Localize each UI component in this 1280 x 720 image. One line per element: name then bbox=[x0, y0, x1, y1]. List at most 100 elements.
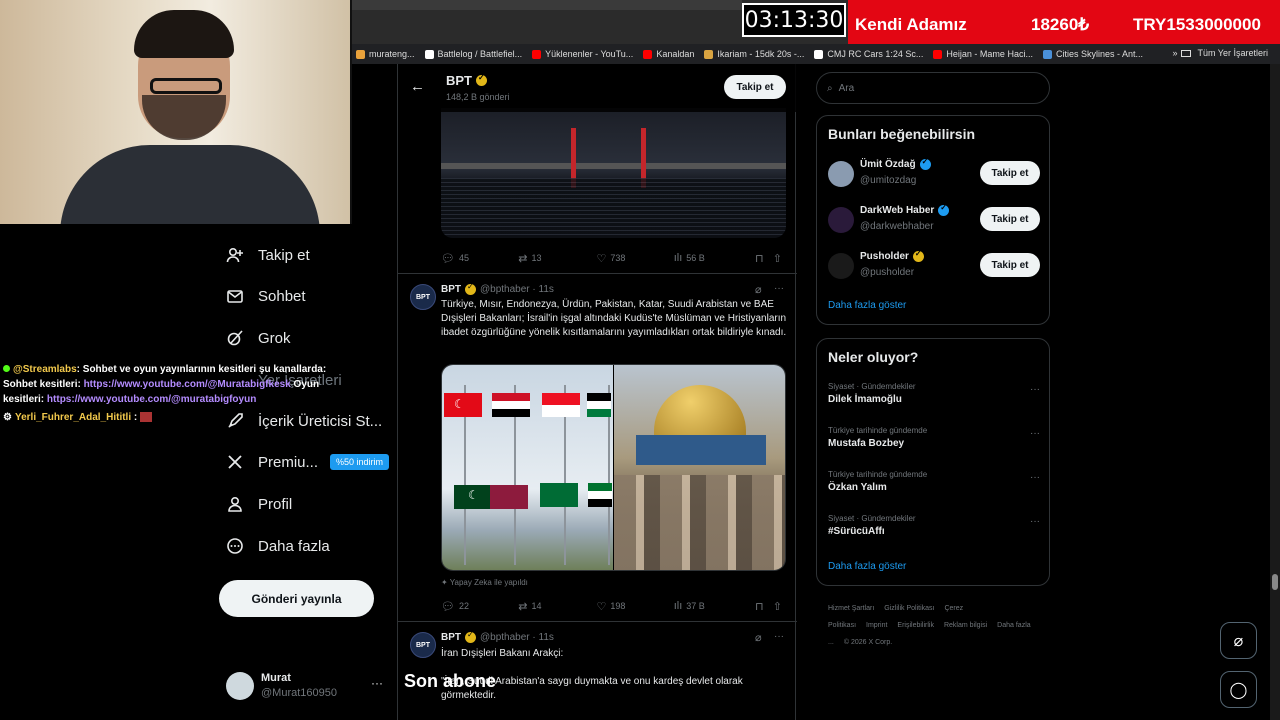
bookmark-item[interactable]: murateng... bbox=[356, 49, 415, 59]
follow-button[interactable]: Takip et bbox=[724, 75, 786, 99]
repost-button[interactable]: ⇄ 14 bbox=[518, 600, 596, 613]
bookmark-item[interactable]: Heijan - Mame Haci... bbox=[933, 49, 1033, 59]
sparkle-icon: ✦ bbox=[441, 578, 450, 587]
stream-chat-overlay: @Streamlabs: Sohbet ve oyun yayınlarının… bbox=[3, 362, 353, 425]
profile-header: ← BPT 148,2 B gönderi Takip et bbox=[398, 64, 797, 112]
follow-button[interactable]: Takip et bbox=[980, 253, 1040, 277]
tweet-actions: 💬︎ 45 ⇄ 13 ♡ 738 ılı 56 B ⊓ ⇧ bbox=[441, 250, 786, 266]
tweet-header: BPT@bpthaber · 11s bbox=[441, 630, 554, 643]
nav-profile[interactable]: Profil bbox=[224, 493, 292, 515]
panel-title: Bunları beğenebilirsin bbox=[828, 126, 976, 142]
account-name: Murat bbox=[261, 672, 291, 684]
like-button[interactable]: ♡ 738 bbox=[596, 252, 673, 265]
tweet-actions: 💬︎ 22 ⇄ 14 ♡ 198 ılı 37 B ⊓ ⇧ bbox=[441, 598, 786, 614]
account-switcher[interactable]: Murat @Murat160950 ··· bbox=[226, 670, 386, 704]
share-button[interactable]: ⇧ bbox=[773, 600, 786, 613]
nav-more[interactable]: Daha fazla bbox=[224, 535, 330, 557]
grok-icon: ⌀ bbox=[1233, 632, 1244, 650]
tweet-header: BPT@bpthaber · 11s bbox=[441, 282, 554, 295]
bookmark-favicon-icon bbox=[424, 49, 434, 59]
bookmark-item[interactable]: CMJ RC Cars 1:24 Sc... bbox=[814, 49, 923, 59]
more-icon: ··· bbox=[1030, 472, 1040, 483]
views-button[interactable]: ılı 37 B bbox=[674, 600, 755, 612]
grok-float-button[interactable]: ⌀ bbox=[1220, 622, 1257, 659]
trends-panel: Neler oluyor? Siyaset · Gündemdekiler Dil… bbox=[816, 338, 1050, 586]
show-more-link[interactable]: Daha fazla göster bbox=[828, 561, 906, 572]
mail-icon bbox=[224, 285, 246, 307]
trend-item[interactable]: Türkiye tarihinde gündemde Özkan Yalım ··· bbox=[828, 470, 1040, 504]
bookmark-item[interactable]: Kanaldan bbox=[643, 49, 694, 59]
bookmark-icon: ⊓ bbox=[754, 252, 764, 265]
bookmark-button[interactable]: ⊓ bbox=[755, 600, 773, 613]
footer-link[interactable]: © 2026 X Corp. bbox=[844, 639, 892, 646]
grok-icon[interactable]: ⌀ bbox=[755, 631, 762, 644]
chat-emote-icon bbox=[140, 412, 153, 423]
messages-float-button[interactable]: ◯ bbox=[1220, 671, 1257, 708]
search-input[interactable]: ⌕ Ara bbox=[816, 72, 1050, 104]
account-more-icon[interactable]: ··· bbox=[371, 676, 383, 690]
more-icon: ··· bbox=[1030, 516, 1040, 527]
more-icon[interactable]: ··· bbox=[774, 631, 784, 642]
nav-grok[interactable]: Grok bbox=[224, 327, 291, 349]
reply-button[interactable]: 💬︎ 45 bbox=[441, 252, 518, 265]
stream-timer: 03:13:30 bbox=[742, 3, 846, 37]
tweet-image-flags[interactable]: ☾ ☾ bbox=[442, 365, 613, 570]
show-more-link[interactable]: Daha fazla göster bbox=[828, 300, 906, 311]
search-icon: ⌕ bbox=[827, 82, 833, 94]
grok-icon[interactable]: ⌀ bbox=[755, 283, 762, 296]
tweet-image-pair[interactable]: ☾ ☾ bbox=[441, 364, 786, 571]
back-arrow-icon[interactable]: ← bbox=[410, 78, 425, 95]
tweet-image-bridge[interactable] bbox=[441, 108, 786, 238]
footer-link[interactable]: Hizmet Şartları bbox=[828, 605, 874, 612]
nav-follow[interactable]: Takip et bbox=[224, 244, 310, 266]
bookmark-item[interactable]: Battlelog / Battlefiel... bbox=[424, 49, 522, 59]
trend-item[interactable]: Siyaset · Gündemdekiler Dilek İmamoğlu ··· bbox=[828, 382, 1040, 416]
donation-banner: Kendi Adamız 18260₺ TRY1533000000 bbox=[848, 0, 1280, 48]
avatar bbox=[828, 207, 854, 233]
nav-premium[interactable]: Premiu... %50 indirim bbox=[224, 451, 390, 473]
trend-item[interactable]: Türkiye tarihinde gündemde Mustafa Bozbey… bbox=[828, 426, 1040, 460]
nav-chat[interactable]: Sohbet bbox=[224, 285, 306, 307]
avatar[interactable]: BPT bbox=[410, 284, 436, 310]
bookmark-item[interactable]: Yüklenenler - YouTu... bbox=[532, 49, 633, 59]
trend-item[interactable]: Siyaset · Gündemdekiler #SürücüAffı ··· bbox=[828, 514, 1040, 548]
views-button[interactable]: ılı 56 B bbox=[674, 252, 755, 264]
footer-link[interactable]: Reklam bilgisi bbox=[944, 622, 987, 629]
like-button[interactable]: ♡ 198 bbox=[596, 600, 673, 613]
bookmark-button[interactable]: ⊓ bbox=[755, 252, 773, 265]
all-bookmarks-link[interactable]: » Tüm Yer İşaretleri bbox=[1172, 48, 1268, 58]
repost-button[interactable]: ⇄ 13 bbox=[518, 252, 596, 265]
avatar[interactable]: BPT bbox=[410, 632, 436, 658]
profile-name: BPT bbox=[446, 73, 472, 88]
tweet-text: Türkiye, Mısır, Endonezya, Ürdün, Pakist… bbox=[441, 299, 787, 338]
bookmark-favicon-icon bbox=[1042, 49, 1052, 59]
ai-generated-note: ✦ Yapay Zeka ile yapıldı bbox=[441, 578, 528, 587]
verified-gold-icon bbox=[476, 73, 487, 86]
bookmark-item[interactable]: Cities Skylines - Ant... bbox=[1042, 49, 1143, 59]
who-item[interactable]: Pusholder @pusholder Takip et bbox=[828, 249, 1040, 286]
verified-gold-icon bbox=[912, 249, 924, 262]
tweet-image-mosque[interactable] bbox=[614, 365, 785, 570]
who-item[interactable]: Ümit Özdağ @umitozdag Takip et bbox=[828, 157, 1040, 194]
share-button[interactable]: ⇧ bbox=[773, 252, 786, 265]
follow-button[interactable]: Takip et bbox=[980, 207, 1040, 231]
footer-link[interactable]: Imprint bbox=[866, 622, 887, 629]
follow-button[interactable]: Takip et bbox=[980, 161, 1040, 185]
grok-icon bbox=[224, 327, 246, 349]
bookmark-favicon-icon bbox=[933, 49, 943, 59]
scrollbar[interactable] bbox=[1270, 64, 1280, 720]
account-handle: @Murat160950 bbox=[261, 687, 337, 699]
footer-link[interactable]: Erişilebilirlik bbox=[897, 622, 934, 629]
panel-title: Neler oluyor? bbox=[828, 349, 919, 365]
post-button[interactable]: Gönderi yayınla bbox=[219, 580, 374, 617]
more-circle-icon bbox=[224, 535, 246, 557]
chat-badge-icon: ⚙ bbox=[3, 412, 12, 423]
scrollbar-thumb[interactable] bbox=[1272, 574, 1278, 590]
more-icon[interactable]: ··· bbox=[774, 283, 784, 294]
who-item[interactable]: DarkWeb Haber @darkwebhaber Takip et bbox=[828, 203, 1040, 240]
footer-link[interactable]: Gizlilik Politikası bbox=[884, 605, 934, 612]
heart-icon: ♡ bbox=[596, 252, 607, 265]
reply-button[interactable]: 💬︎ 22 bbox=[441, 600, 518, 613]
tweet-text: İran Dışişleri Bakanı Arakçi: bbox=[441, 648, 564, 659]
bookmark-item[interactable]: Ikariam - 15dk 20s -... bbox=[704, 49, 804, 59]
